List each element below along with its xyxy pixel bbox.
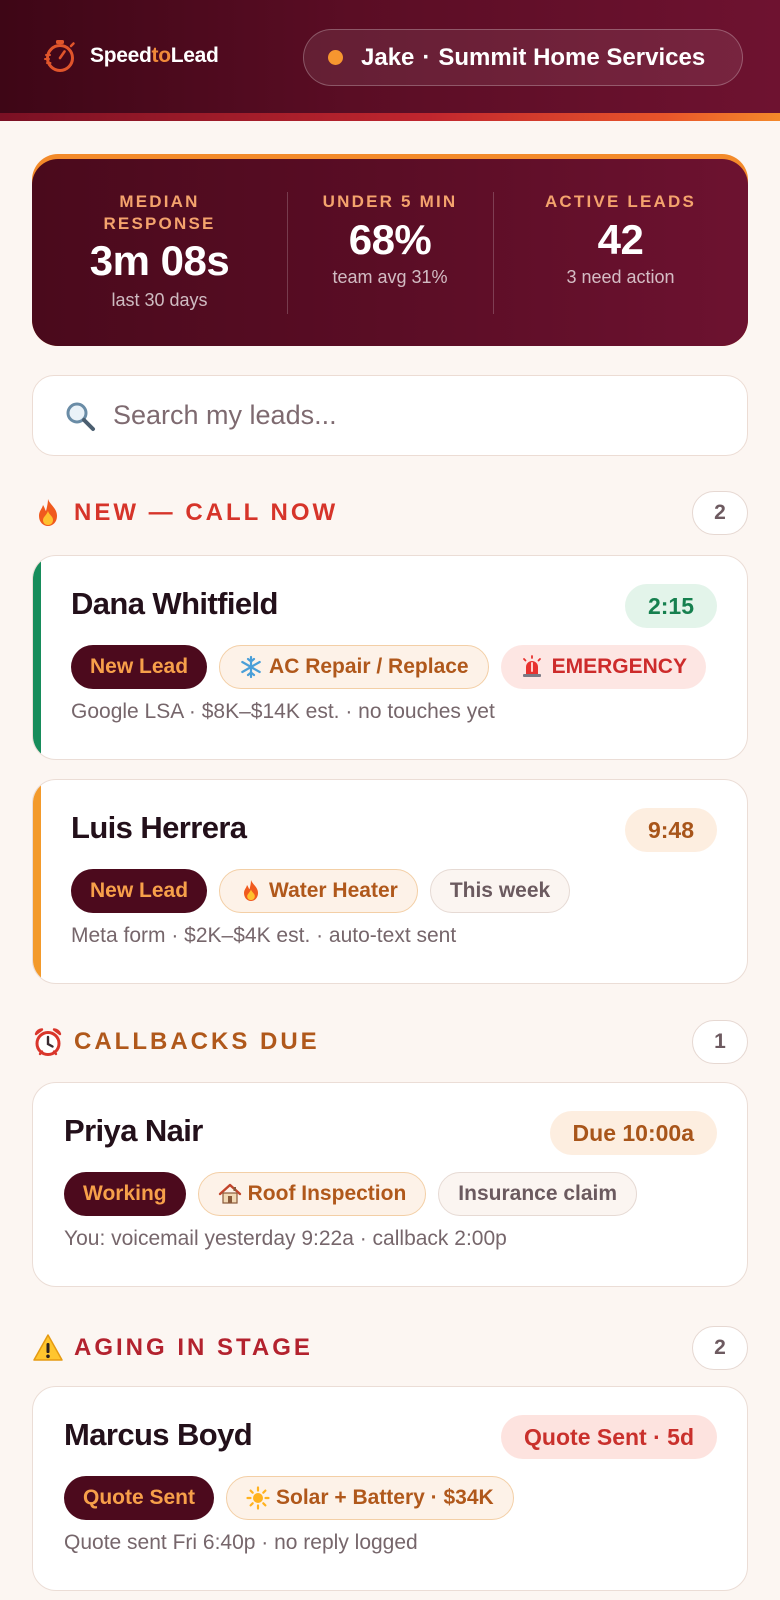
stat-median-response: MEDIAN RESPONSE 3m 08s last 30 days: [32, 159, 287, 346]
fire-icon: [244, 880, 259, 901]
header-accent-bar: [0, 113, 780, 121]
section-new-call-now: NEW — CALL NOW 2: [32, 491, 748, 535]
app-header: SpeedtoLead Jake · Summit Home Services: [0, 0, 780, 121]
stage-age-badge: Quote Sent · 5d: [501, 1415, 717, 1459]
siren-icon: [522, 655, 541, 677]
section-aging-in-stage: AGING IN STAGE 2: [32, 1326, 748, 1370]
tag-row: New Lead AC Repair / Replace EMERGENCY: [71, 645, 718, 689]
stage-tag[interactable]: New Lead: [71, 869, 208, 913]
lead-card-marcus-boyd[interactable]: Marcus Boyd Quote Sent · 5d Quote Sent S…: [32, 1386, 748, 1591]
logo-wordmark: SpeedtoLead: [90, 44, 219, 67]
stat-label: ACTIVE LEADS: [544, 192, 697, 211]
lead-name: Priya Nair: [64, 1113, 203, 1148]
tag-row: New Lead Water Heater This week: [71, 869, 582, 913]
stat-active-leads: ACTIVE LEADS 42 3 need action: [493, 159, 748, 346]
service-label: Roof Inspection: [247, 1182, 407, 1205]
service-label: AC Repair / Replace: [269, 655, 469, 678]
tag-row: Quote Sent Solar + Battery · $34K: [64, 1476, 526, 1520]
lead-card-dana-whitfield[interactable]: Dana Whitfield 2:15 New Lead AC Repair /…: [32, 555, 748, 760]
user-name: Jake: [361, 43, 415, 71]
service-tag[interactable]: AC Repair / Replace: [219, 645, 489, 689]
search-bar[interactable]: [32, 375, 748, 456]
emergency-label: EMERGENCY: [551, 655, 687, 678]
stat-label: MEDIAN RESPONSE: [103, 192, 216, 233]
stage-tag[interactable]: Quote Sent: [64, 1476, 215, 1520]
alarm-clock-icon: [34, 1028, 62, 1056]
stopwatch-icon: [44, 40, 75, 72]
company-name: Summit Home Services: [438, 43, 706, 71]
search-input[interactable]: [113, 400, 693, 431]
service-label: Solar + Battery · $34K: [276, 1486, 494, 1509]
tag-row: Working Roof Inspection Insurance claim: [64, 1172, 649, 1216]
lead-name: Dana Whitfield: [71, 586, 278, 621]
note-tag[interactable]: Insurance claim: [438, 1172, 638, 1216]
stats-card: MEDIAN RESPONSE 3m 08s last 30 days UNDE…: [32, 154, 748, 346]
callback-due-badge: Due 10:00a: [549, 1111, 717, 1155]
stage-tag[interactable]: New Lead: [71, 645, 208, 689]
section-title: AGING IN STAGE: [74, 1334, 313, 1361]
lead-card-luis-herrera[interactable]: Luis Herrera 9:48 New Lead Water Heater …: [32, 779, 748, 984]
status-dot: [328, 50, 343, 65]
user-account-pill[interactable]: Jake · Summit Home Services: [303, 29, 743, 86]
section-title: CALLBACKS DUE: [74, 1028, 320, 1055]
count-badge: 1: [692, 1020, 748, 1064]
stat-sub: last 30 days: [111, 290, 208, 310]
emergency-tag[interactable]: EMERGENCY: [500, 645, 706, 689]
section-callbacks-due: CALLBACKS DUE 1: [32, 1020, 748, 1064]
stat-under-5-min: UNDER 5 MIN 68% team avg 31%: [287, 159, 493, 346]
timeline-tag[interactable]: This week: [429, 869, 571, 913]
search-icon: [66, 402, 95, 431]
stat-sub: 3 need action: [566, 267, 675, 287]
stat-sub: team avg 31%: [332, 267, 448, 287]
service-tag[interactable]: Water Heater: [219, 869, 418, 913]
stat-label: UNDER 5 MIN: [322, 192, 458, 211]
stat-value: 3m 08s: [89, 237, 230, 284]
lead-name: Marcus Boyd: [64, 1417, 253, 1452]
lead-card-priya-nair[interactable]: Priya Nair Due 10:00a Working Roof Inspe…: [32, 1082, 748, 1287]
logo[interactable]: SpeedtoLead: [42, 38, 219, 74]
count-badge: 2: [692, 491, 748, 535]
card-accent: [33, 556, 41, 759]
fire-icon: [39, 499, 57, 526]
service-tag[interactable]: Solar + Battery · $34K: [226, 1476, 514, 1520]
lead-name: Luis Herrera: [71, 810, 247, 845]
stat-value: 42: [597, 216, 644, 263]
lead-meta: You: voicemail yesterday 9:22a · callbac…: [64, 1227, 507, 1250]
service-label: Water Heater: [269, 879, 398, 902]
house-icon: [218, 1183, 241, 1204]
lead-meta: Meta form · $2K–$4K est. · auto-text sen…: [71, 924, 457, 947]
card-accent: [33, 780, 41, 983]
stat-value: 68%: [348, 216, 432, 263]
count-badge: 2: [692, 1326, 748, 1370]
user-separator: ·: [422, 43, 431, 71]
response-timer: 9:48: [624, 808, 717, 852]
service-tag[interactable]: Roof Inspection: [197, 1172, 427, 1216]
section-title: NEW — CALL NOW: [74, 499, 339, 526]
lead-meta: Google LSA · $8K–$14K est. · no touches …: [71, 700, 495, 723]
stage-tag[interactable]: Working: [64, 1172, 186, 1216]
response-timer: 2:15: [624, 584, 717, 628]
sun-icon: [246, 1486, 270, 1510]
lead-meta: Quote sent Fri 6:40p · no reply logged: [64, 1531, 418, 1554]
warning-icon: [33, 1334, 63, 1361]
snowflake-icon: [241, 655, 261, 679]
